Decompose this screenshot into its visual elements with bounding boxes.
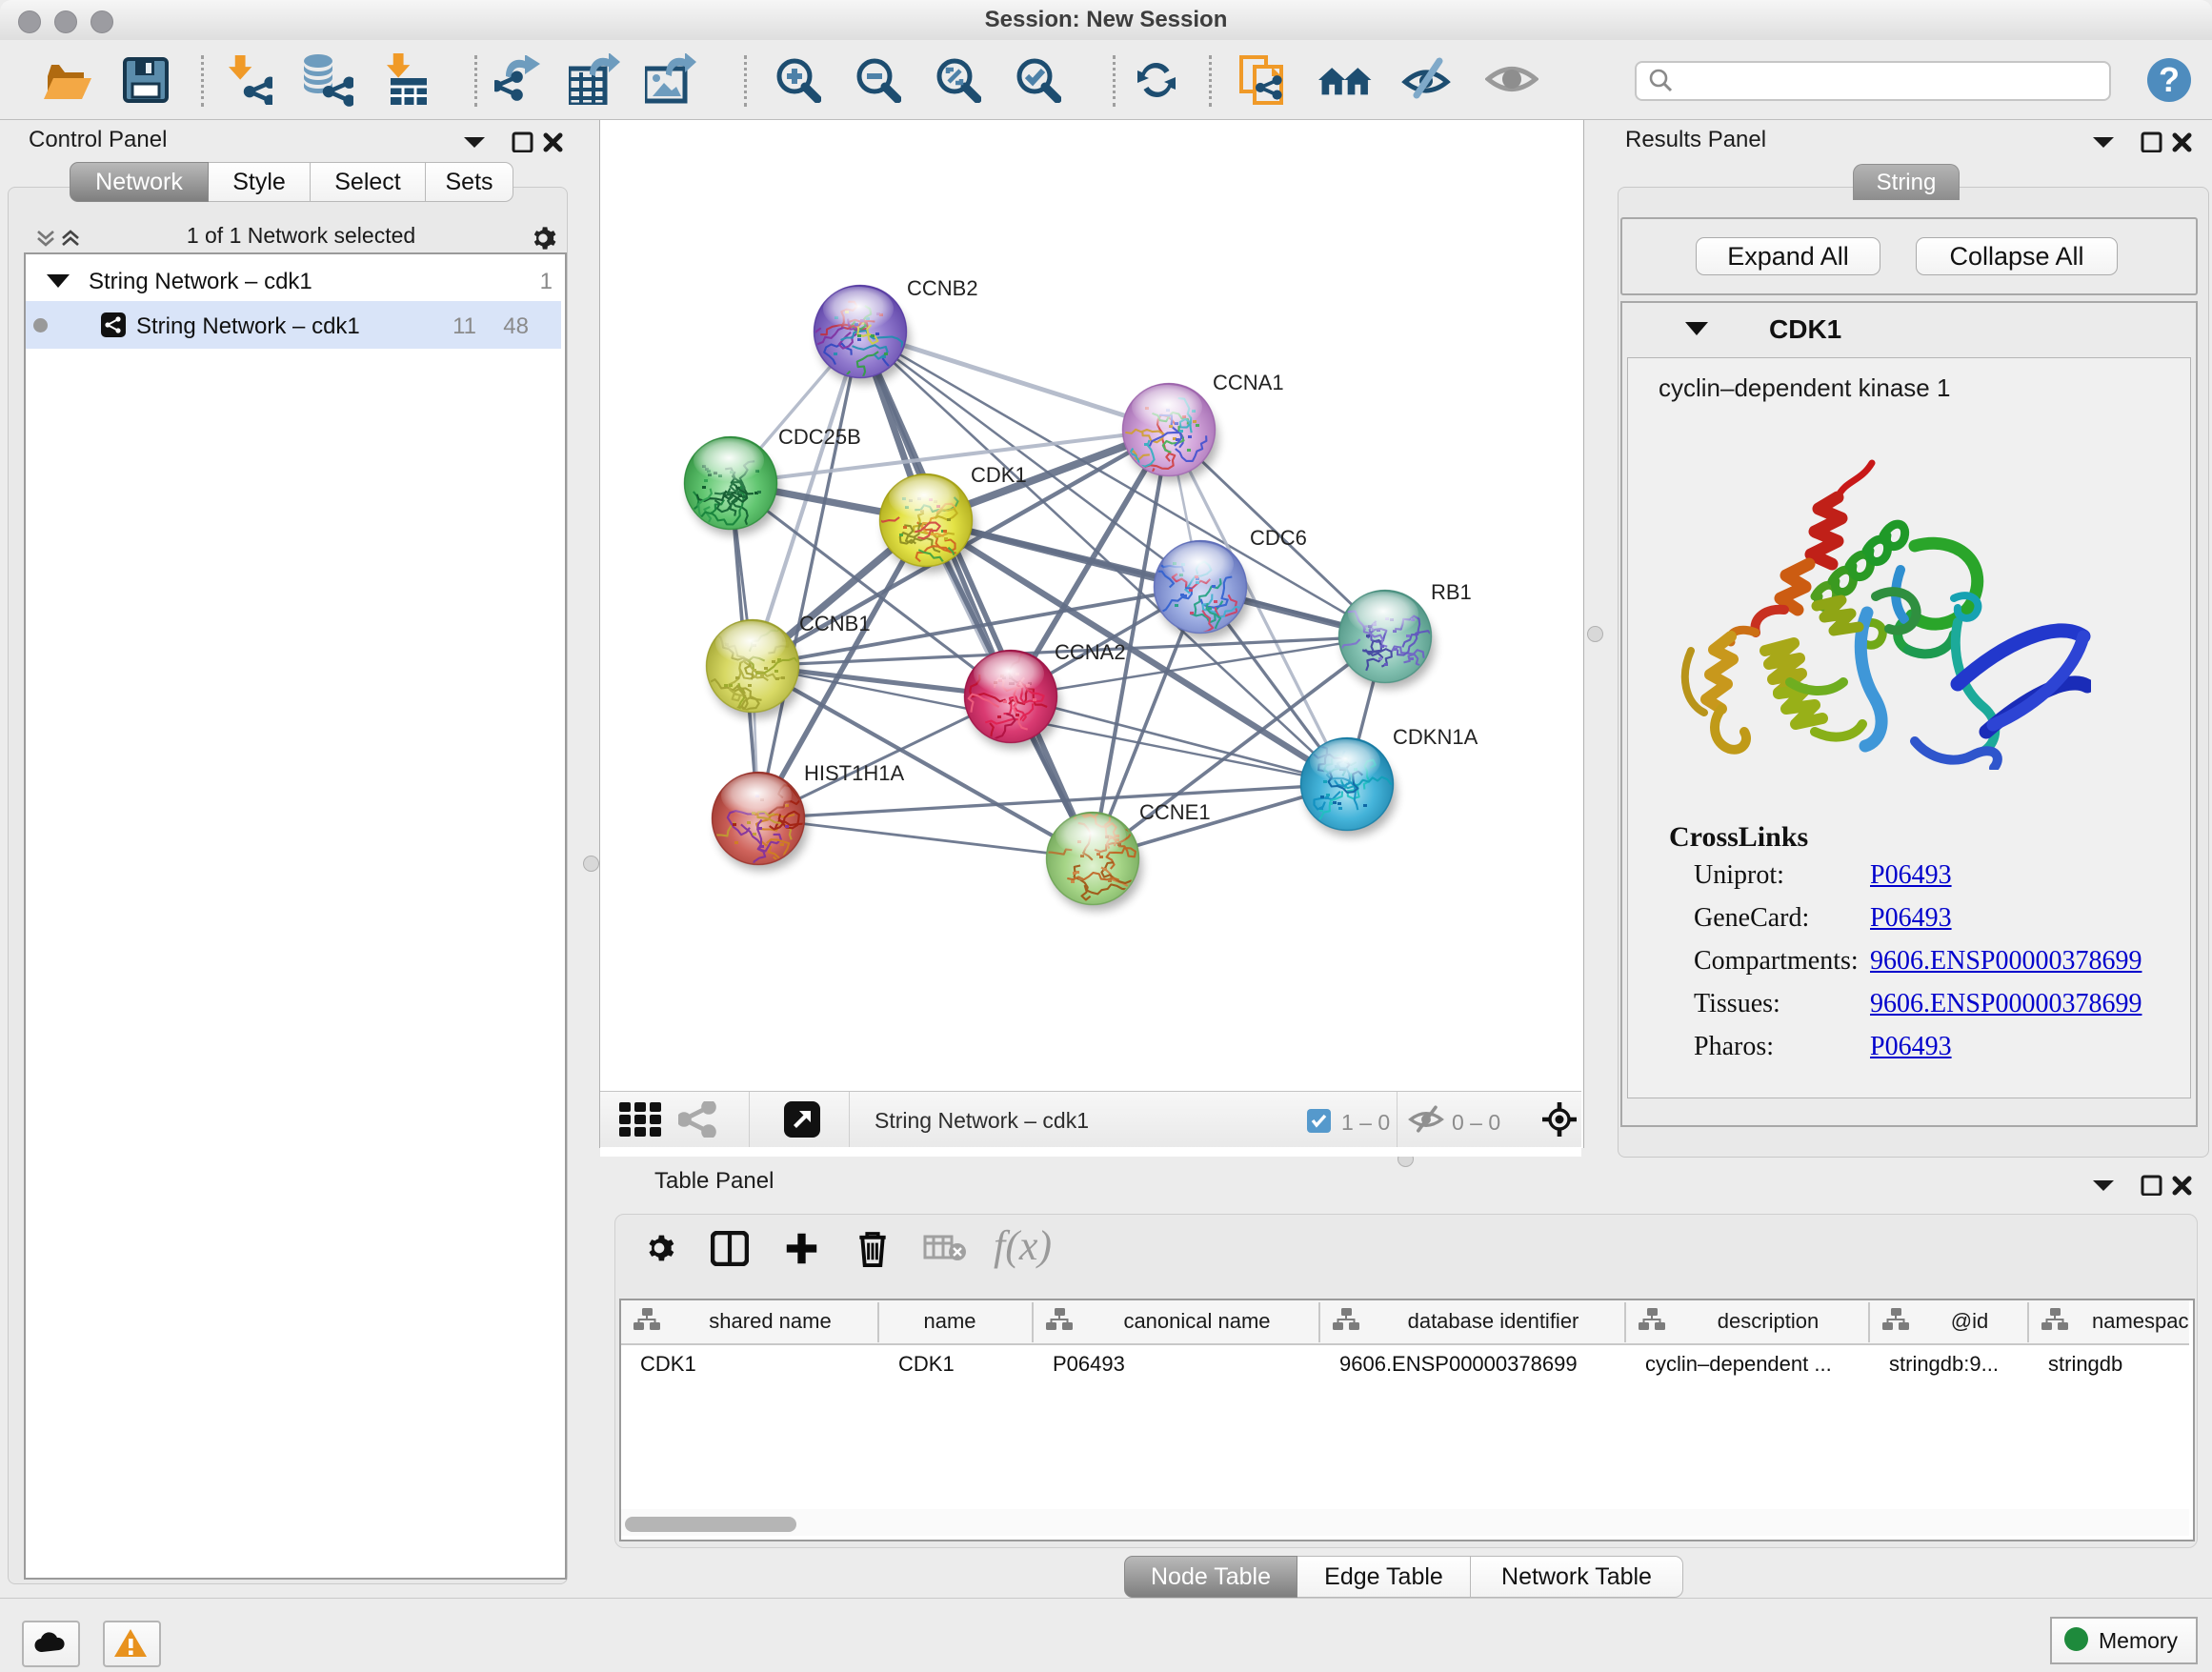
svg-text:CCNB1: CCNB1 bbox=[799, 612, 871, 635]
svg-text:CCNE1: CCNE1 bbox=[1139, 800, 1211, 824]
svg-text:CCNA1: CCNA1 bbox=[1213, 371, 1284, 394]
svg-text:CDKN1A: CDKN1A bbox=[1393, 725, 1478, 749]
svg-text:CDC6: CDC6 bbox=[1250, 526, 1307, 550]
svg-text:HIST1H1A: HIST1H1A bbox=[804, 761, 904, 785]
svg-text:CCNB2: CCNB2 bbox=[907, 276, 978, 300]
svg-text:RB1: RB1 bbox=[1431, 580, 1472, 604]
svg-text:CDC25B: CDC25B bbox=[778, 425, 861, 449]
svg-text:CCNA2: CCNA2 bbox=[1055, 640, 1126, 664]
svg-text:CDK1: CDK1 bbox=[971, 463, 1027, 487]
